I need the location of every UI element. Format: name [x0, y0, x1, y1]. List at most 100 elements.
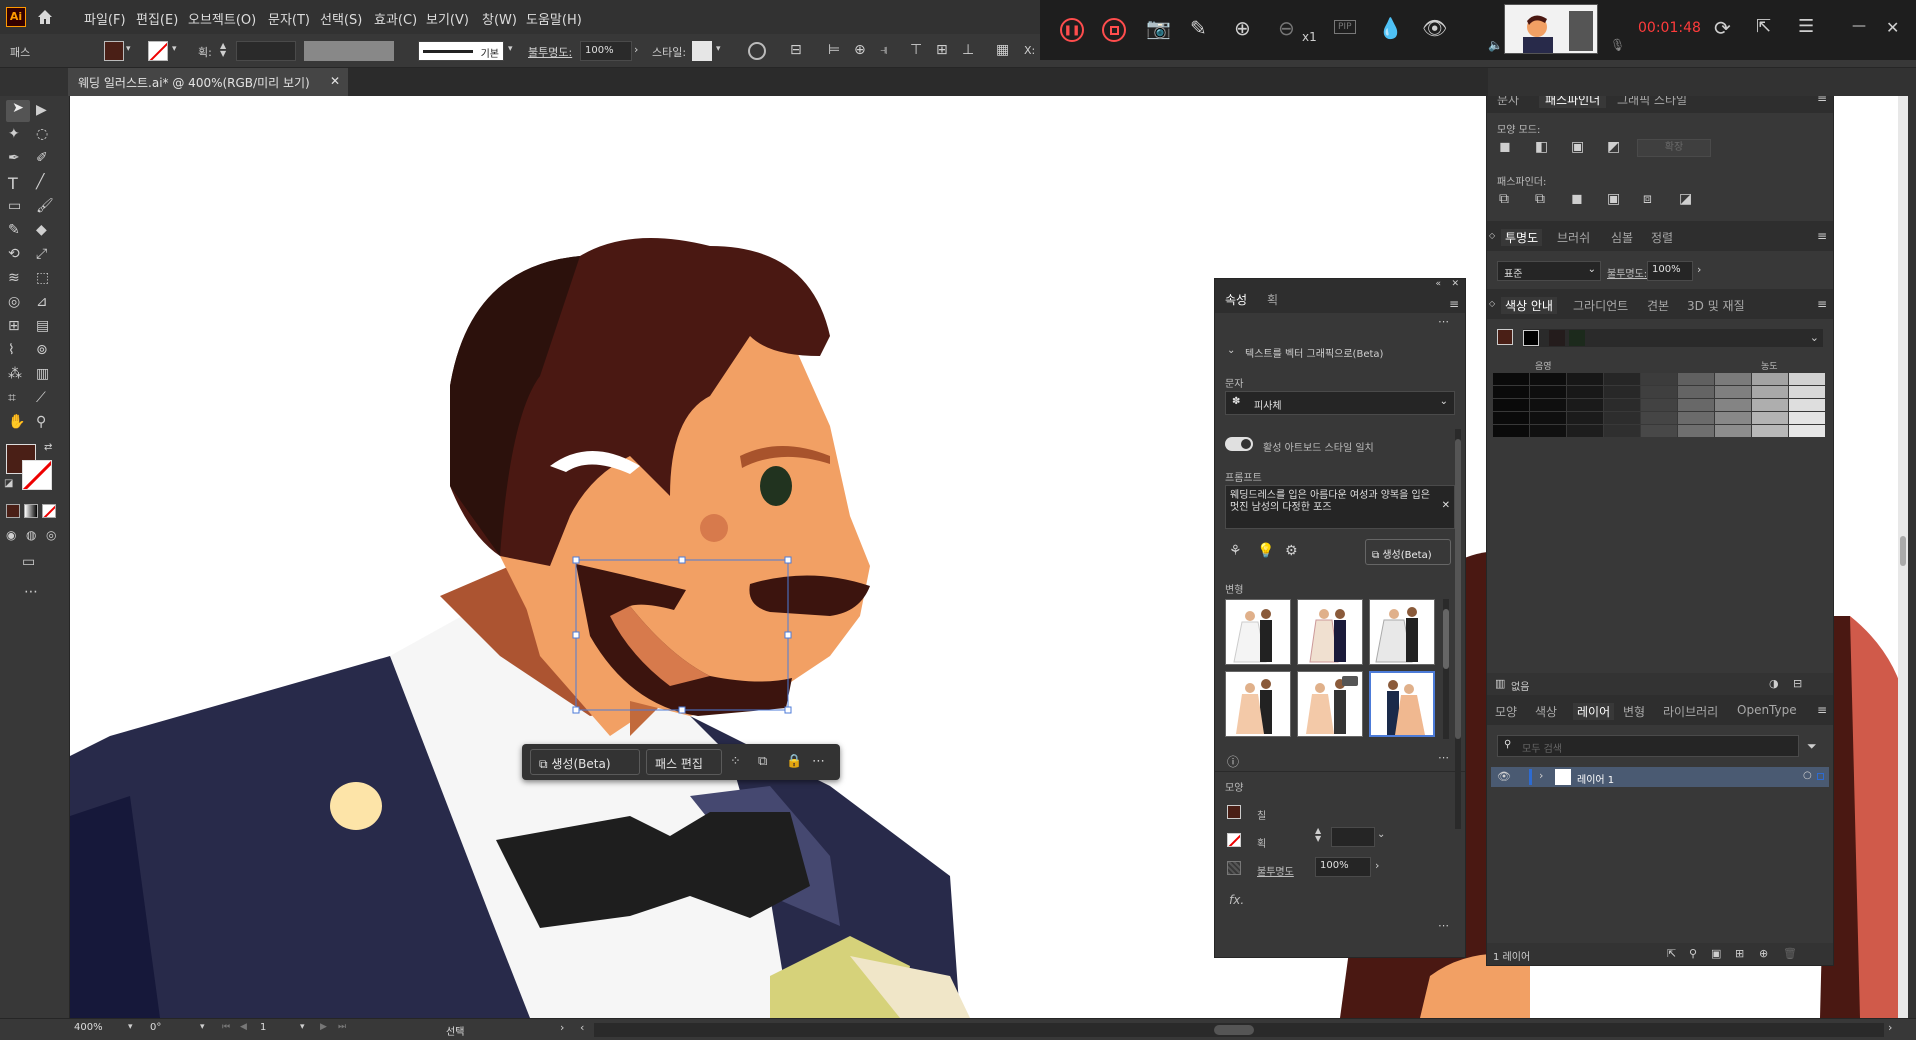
- graphic-style-swatch[interactable]: [692, 41, 712, 61]
- chevron-right-icon[interactable]: ›: [1539, 769, 1543, 782]
- tab-brushes[interactable]: 브러쉬: [1557, 229, 1590, 246]
- settings-icon[interactable]: ⚙: [1285, 543, 1298, 559]
- minimize-icon[interactable]: —: [1852, 18, 1866, 34]
- document-tab[interactable]: 웨딩 일러스트.ai* @ 400%(RGB/미리 보기) ✕: [68, 68, 348, 96]
- chevron-right-icon[interactable]: ›: [1375, 859, 1379, 872]
- color-swatch[interactable]: [1530, 386, 1566, 398]
- menu-view[interactable]: 보기(V): [426, 9, 469, 28]
- color-swatch[interactable]: [1567, 425, 1603, 437]
- color-swatch[interactable]: [1604, 412, 1640, 424]
- collapse-icon[interactable]: «: [1435, 279, 1441, 289]
- first-artboard-icon[interactable]: ⏮: [222, 1022, 230, 1032]
- color-swatch[interactable]: [1530, 412, 1566, 424]
- rotate-tool[interactable]: ⟲: [8, 246, 20, 262]
- grid-icon[interactable]: ▦: [996, 42, 1009, 58]
- panel-scrollbar[interactable]: [1455, 429, 1461, 829]
- panel-menu-icon[interactable]: ≡: [1817, 96, 1827, 105]
- info-icon[interactable]: ⓘ: [1227, 753, 1239, 770]
- tab-color[interactable]: 색상: [1535, 703, 1557, 720]
- chevron-left-icon[interactable]: ‹: [580, 1021, 584, 1034]
- align-center-icon[interactable]: ⊕: [854, 42, 866, 58]
- tab-swatches[interactable]: 견본: [1647, 297, 1669, 314]
- color-swatch[interactable]: [1641, 373, 1677, 385]
- hand-tool[interactable]: ✋: [8, 414, 25, 430]
- none-mode-button[interactable]: [42, 504, 56, 518]
- pip-icon[interactable]: PIP: [1334, 20, 1356, 34]
- edit-path-button[interactable]: 패스 편집: [646, 749, 722, 775]
- volume-icon[interactable]: 🔈: [1488, 38, 1503, 52]
- close-icon[interactable]: ✕: [1451, 279, 1459, 289]
- chevron-right-icon[interactable]: ›: [1697, 263, 1701, 276]
- eraser-tool[interactable]: ◆: [36, 222, 47, 238]
- zoom-tool[interactable]: ⚲: [36, 414, 46, 430]
- color-variations-grid[interactable]: [1493, 373, 1827, 453]
- screenshot-icon[interactable]: 📷: [1146, 16, 1171, 40]
- duplicate-icon[interactable]: ⧉: [758, 754, 767, 769]
- variation-thumbnail[interactable]: [1297, 671, 1363, 737]
- panel-menu-icon[interactable]: ≡: [1449, 297, 1459, 311]
- crop-icon[interactable]: ▣: [1607, 191, 1620, 207]
- tab-stroke[interactable]: 획: [1267, 291, 1278, 308]
- color-swatch[interactable]: [1641, 399, 1677, 411]
- line-tool[interactable]: ╱: [36, 174, 44, 190]
- color-swatch[interactable]: [1530, 373, 1566, 385]
- clipping-mask-icon[interactable]: ▣: [1711, 947, 1721, 960]
- tab-libraries[interactable]: 라이브러리: [1663, 703, 1718, 720]
- color-swatch[interactable]: [1493, 425, 1529, 437]
- new-layer-icon[interactable]: ⊕: [1759, 947, 1768, 960]
- rectangle-tool[interactable]: ▭: [8, 198, 21, 214]
- recolor-icon[interactable]: [748, 42, 766, 60]
- close-icon[interactable]: ✕: [330, 74, 340, 88]
- tab-pathfinder[interactable]: 패스파인더: [1539, 96, 1607, 108]
- color-swatch[interactable]: [1715, 412, 1751, 424]
- export-icon[interactable]: ⇱: [1667, 947, 1676, 960]
- pen-icon[interactable]: ✎: [1190, 16, 1207, 40]
- chevron-down-icon[interactable]: ▾: [126, 44, 131, 54]
- lock-icon[interactable]: 🔒: [786, 754, 802, 769]
- magic-wand-tool[interactable]: ✦: [8, 126, 20, 142]
- minus-back-icon[interactable]: ◪: [1679, 191, 1692, 207]
- stroke-color-box[interactable]: [22, 460, 52, 490]
- color-swatch[interactable]: [1752, 373, 1788, 385]
- mesh-tool[interactable]: ⊞: [8, 318, 20, 334]
- vertical-scrollbar[interactable]: [1898, 96, 1908, 1018]
- horizontal-scrollbar[interactable]: [594, 1023, 1884, 1037]
- curvature-tool[interactable]: ✐: [36, 150, 48, 166]
- warp-tool[interactable]: ≋: [8, 270, 20, 286]
- menu-file[interactable]: 파일(F): [84, 9, 126, 28]
- tab-symbols[interactable]: 심볼: [1611, 229, 1633, 246]
- variation-thumbnail[interactable]: [1369, 599, 1435, 665]
- harmony-bar[interactable]: ⌄: [1523, 329, 1823, 347]
- hide-icon[interactable]: 👁: [1422, 16, 1447, 40]
- type-select[interactable]: ✽ 피사체 ⌄: [1225, 391, 1455, 415]
- variation-thumbnail[interactable]: [1297, 599, 1363, 665]
- more-tools-icon[interactable]: ⋯: [24, 584, 38, 600]
- shape-builder-tool[interactable]: ◎: [8, 294, 20, 310]
- save-to-swatches-icon[interactable]: ⊟: [1793, 677, 1802, 690]
- chevron-right-icon[interactable]: ›: [560, 1021, 564, 1034]
- color-swatch[interactable]: [1789, 373, 1825, 385]
- zoom-in-icon[interactable]: ⊕: [1234, 16, 1251, 40]
- delete-icon[interactable]: 🗑: [1783, 947, 1797, 960]
- variation-thumbnail-selected[interactable]: [1369, 671, 1435, 737]
- gradient-tool[interactable]: ▤: [36, 318, 49, 334]
- base-color-swatch[interactable]: [1497, 329, 1513, 345]
- layers-search-input[interactable]: ⚲ 모두 검색: [1497, 735, 1799, 757]
- pause-icon[interactable]: ❚❚: [1060, 18, 1084, 42]
- fill-swatch[interactable]: [104, 41, 124, 61]
- pen-tool[interactable]: ✒: [8, 150, 20, 166]
- generate-beta-button[interactable]: ⧉ 생성(Beta): [530, 749, 640, 775]
- artboard-tool[interactable]: ⌗: [8, 390, 16, 406]
- merge-icon[interactable]: ◼: [1571, 191, 1583, 207]
- scale-tool[interactable]: ⤢: [36, 246, 47, 262]
- color-swatch[interactable]: [1567, 386, 1603, 398]
- color-swatch[interactable]: [1715, 373, 1751, 385]
- color-swatch[interactable]: [1641, 386, 1677, 398]
- color-swatch[interactable]: [1567, 399, 1603, 411]
- perspective-tool[interactable]: ⊿: [36, 294, 48, 310]
- color-swatch[interactable]: [1752, 399, 1788, 411]
- slice-tool[interactable]: ⟋: [36, 390, 46, 406]
- tab-layers[interactable]: 레이어: [1573, 703, 1615, 720]
- stop-icon[interactable]: [1102, 18, 1126, 42]
- color-swatch[interactable]: [1604, 425, 1640, 437]
